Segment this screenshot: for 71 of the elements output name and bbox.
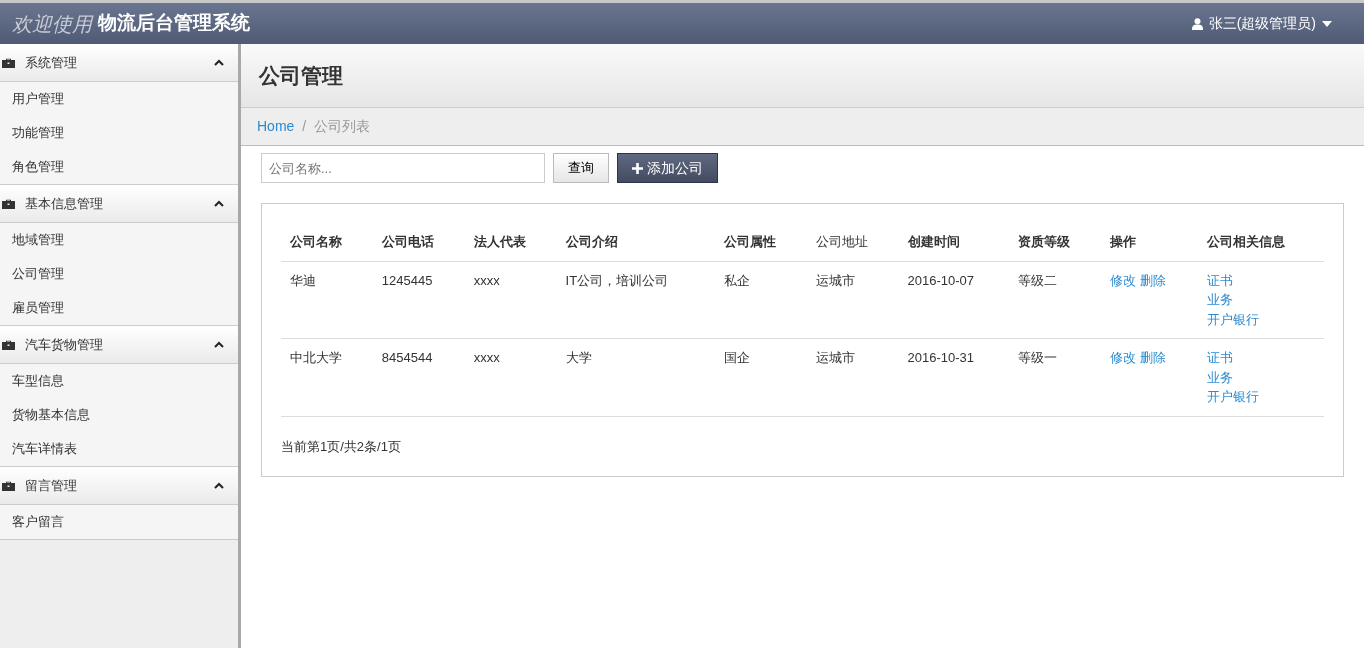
sidebar-group-title[interactable]: 系统管理 xyxy=(25,52,77,73)
info-link[interactable]: 业务 xyxy=(1206,369,1233,385)
sidebar-item[interactable]: 货物基本信息 xyxy=(12,405,90,425)
sidebar-item[interactable]: 雇员管理 xyxy=(12,298,64,318)
delete-link[interactable]: 删除 xyxy=(1139,350,1166,365)
table-cell: 中北大学 xyxy=(290,350,342,365)
welcome-text: 欢迎使用 xyxy=(12,11,92,37)
briefcase-icon xyxy=(2,57,15,68)
table-cell: 2016-10-31 xyxy=(907,350,974,365)
sidebar-item[interactable]: 角色管理 xyxy=(12,157,64,177)
delete-link[interactable]: 删除 xyxy=(1139,272,1166,288)
chevron-icon[interactable] xyxy=(214,482,224,489)
column-header: 公司属性 xyxy=(714,224,807,261)
info-link[interactable]: 证书 xyxy=(1206,272,1233,288)
user-icon xyxy=(1191,17,1203,30)
briefcase-icon xyxy=(2,198,15,209)
table-cell: 等级二 xyxy=(1018,272,1058,288)
table-cell: xxxx xyxy=(473,272,500,288)
plus-icon xyxy=(632,162,643,174)
caret-icon[interactable] xyxy=(1322,20,1332,27)
column-header: 创建时间 xyxy=(898,224,1010,261)
edit-link[interactable]: 修改 xyxy=(1110,350,1137,365)
table-cell: IT公司，培训公司 xyxy=(565,272,669,288)
info-link[interactable]: 开户银行 xyxy=(1206,311,1259,327)
breadcrumb-separator: / xyxy=(302,117,307,136)
table-cell: 8454544 xyxy=(381,350,433,365)
table-cell: 运城市 xyxy=(815,272,855,288)
column-header: 公司介绍 xyxy=(556,224,715,261)
table-cell: 大学 xyxy=(565,350,592,365)
edit-link[interactable]: 修改 xyxy=(1110,272,1137,288)
system-title: 物流后台管理系统 xyxy=(98,11,250,36)
sidebar-item[interactable]: 客户留言 xyxy=(12,512,64,532)
table-cell: 国企 xyxy=(723,350,750,365)
table-cell: 私企 xyxy=(723,272,750,288)
chevron-icon[interactable] xyxy=(214,200,224,207)
user-menu[interactable]: 张三(超级管理员) xyxy=(1208,13,1316,34)
sidebar-item[interactable]: 用户管理 xyxy=(12,89,64,109)
sidebar-group-title[interactable]: 汽车货物管理 xyxy=(25,334,103,355)
info-link[interactable]: 业务 xyxy=(1206,292,1233,307)
page-title: 公司管理 xyxy=(241,44,1364,108)
table-cell: 华迪 xyxy=(290,272,316,288)
sidebar-item[interactable]: 汽车详情表 xyxy=(12,439,77,459)
column-header: 公司地址 xyxy=(806,224,899,261)
search-field[interactable]: 公司名称... xyxy=(261,153,545,183)
column-header: 公司名称 xyxy=(281,224,373,261)
column-header: 操作 xyxy=(1101,224,1198,261)
search-button[interactable]: 查询 xyxy=(553,153,609,183)
sidebar-group-title[interactable]: 基本信息管理 xyxy=(25,193,103,214)
table-cell: 2016-10-07 xyxy=(907,272,974,288)
sidebar-item[interactable]: 功能管理 xyxy=(12,123,64,143)
column-header: 公司相关信息 xyxy=(1197,224,1324,261)
sidebar-group-title[interactable]: 留言管理 xyxy=(25,475,77,496)
chevron-icon[interactable] xyxy=(214,59,224,66)
column-header: 法人代表 xyxy=(464,224,557,261)
breadcrumb-current: 公司列表 xyxy=(314,117,371,136)
column-header: 公司电话 xyxy=(372,224,465,261)
table-cell: xxxx xyxy=(473,350,500,365)
table-cell: 运城市 xyxy=(815,350,855,365)
pagination-text: 当前第1页/共2条/1页 xyxy=(281,437,402,456)
sidebar-item[interactable]: 地域管理 xyxy=(12,230,64,250)
column-header: 资质等级 xyxy=(1009,224,1102,261)
info-link[interactable]: 证书 xyxy=(1206,350,1233,365)
briefcase-icon xyxy=(2,480,15,491)
table-cell: 等级一 xyxy=(1018,350,1058,365)
add-company-button[interactable]: 添加公司 xyxy=(617,153,718,183)
info-link[interactable]: 开户银行 xyxy=(1206,389,1259,404)
sidebar-item[interactable]: 车型信息 xyxy=(12,371,64,391)
chevron-icon[interactable] xyxy=(214,341,224,348)
sidebar-item[interactable]: 公司管理 xyxy=(12,264,64,284)
table-cell: 1245445 xyxy=(381,272,433,288)
briefcase-icon xyxy=(2,339,15,350)
